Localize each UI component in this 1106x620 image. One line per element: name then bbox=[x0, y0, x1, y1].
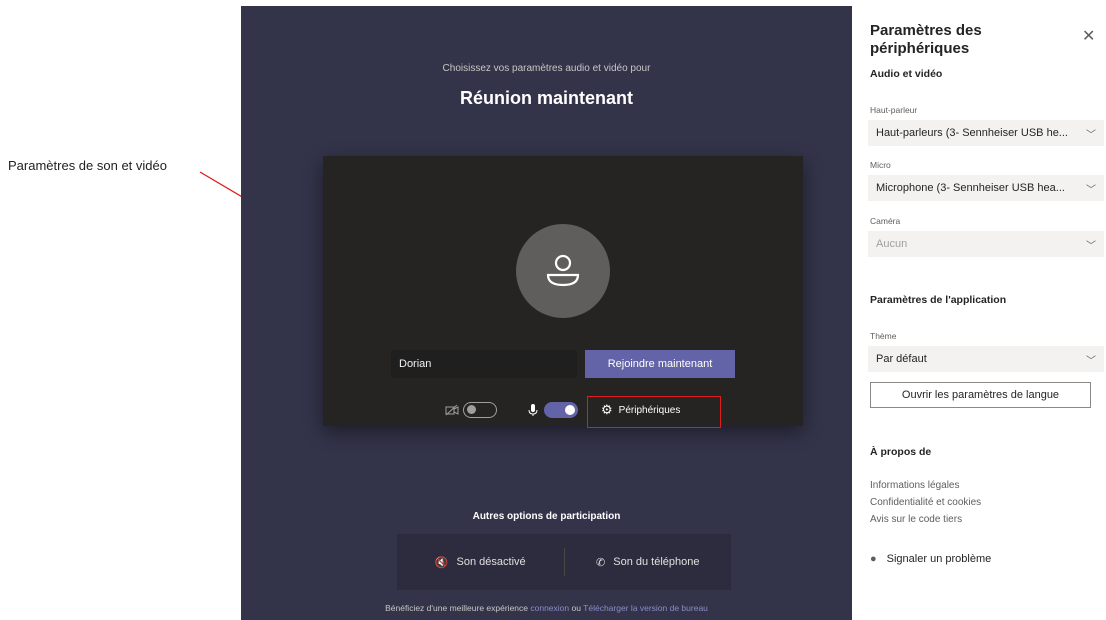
name-input[interactable] bbox=[391, 350, 577, 378]
audio-video-heading: Audio et vidéo bbox=[870, 68, 943, 80]
lightbulb-icon: ● bbox=[870, 553, 877, 565]
microphone-icon bbox=[528, 404, 538, 416]
other-options-heading: Autres options de participation bbox=[472, 511, 621, 522]
chevron-down-icon: ﹀ bbox=[1086, 240, 1096, 252]
device-controls: ⚙ Périphériques bbox=[323, 398, 803, 422]
chevron-down-icon: ﹀ bbox=[1086, 129, 1096, 141]
speaker-dropdown[interactable]: Haut-parleurs (3- Sennheiser USB he... ﹀ bbox=[868, 120, 1104, 146]
footer-text: Bénéficiez d'une meilleure expérience co… bbox=[241, 603, 852, 613]
sign-in-link[interactable]: connexion bbox=[530, 603, 569, 613]
app-settings-heading: Paramètres de l'application bbox=[870, 294, 1007, 306]
annotation-highlight-box bbox=[587, 396, 721, 428]
prejoin-screen: Choisissez vos paramètres audio et vidéo… bbox=[241, 6, 852, 620]
footer-middle: ou bbox=[569, 603, 584, 613]
join-now-button[interactable]: Rejoindre maintenant bbox=[585, 350, 735, 378]
meeting-title: Réunion maintenant bbox=[459, 88, 633, 108]
join-options-bar: 🔇 Son désactivé ✆ Son du téléphone bbox=[397, 534, 731, 590]
chevron-down-icon: ﹀ bbox=[1086, 355, 1096, 367]
camera-off-icon bbox=[445, 404, 459, 416]
report-problem-button[interactable]: ● Signaler un problème bbox=[870, 553, 991, 565]
person-icon bbox=[546, 254, 580, 287]
phone-audio-option[interactable]: ✆ Son du téléphone bbox=[565, 534, 732, 590]
settings-title: Paramètres des périphériques bbox=[870, 22, 982, 57]
video-preview: Rejoindre maintenant ⚙ bbox=[323, 156, 803, 426]
speaker-off-icon: 🔇 bbox=[434, 556, 449, 569]
mic-label: Micro bbox=[870, 160, 891, 170]
theme-dropdown[interactable]: Par défaut ﹀ bbox=[868, 346, 1104, 372]
annotation-label: Paramètres de son et vidéo bbox=[8, 158, 167, 173]
audio-off-label: Son désactivé bbox=[456, 556, 526, 568]
theme-label: Thème bbox=[870, 331, 897, 341]
camera-dropdown[interactable]: Aucun ﹀ bbox=[868, 231, 1104, 257]
speaker-value: Haut-parleurs (3- Sennheiser USB he... bbox=[876, 127, 1068, 139]
close-icon[interactable]: ✕ bbox=[1082, 26, 1095, 46]
device-settings-panel: Paramètres des périphériques ✕ Audio et … bbox=[852, 0, 1106, 620]
camera-label: Caméra bbox=[870, 216, 901, 226]
microphone-dropdown[interactable]: Microphone (3- Sennheiser USB hea... ﹀ bbox=[868, 175, 1104, 201]
avatar bbox=[516, 224, 610, 318]
camera-toggle[interactable] bbox=[463, 402, 497, 418]
language-settings-button[interactable]: Ouvrir les paramètres de langue bbox=[870, 382, 1091, 408]
report-label: Signaler un problème bbox=[886, 553, 992, 565]
speaker-label: Haut-parleur bbox=[870, 105, 918, 115]
camera-value: Aucun bbox=[876, 238, 908, 250]
prejoin-subtitle: Choisissez vos paramètres audio et vidéo… bbox=[442, 63, 651, 74]
footer-prefix: Bénéficiez d'une meilleure expérience bbox=[385, 603, 531, 613]
phone-icon: ✆ bbox=[596, 556, 606, 569]
theme-value: Par défaut bbox=[876, 353, 927, 365]
download-desktop-link[interactable]: Télécharger la version de bureau bbox=[583, 603, 708, 613]
privacy-cookies-link[interactable]: Confidentialité et cookies bbox=[870, 497, 981, 508]
audio-off-option[interactable]: 🔇 Son désactivé bbox=[397, 534, 564, 590]
mic-value: Microphone (3- Sennheiser USB hea... bbox=[876, 182, 1065, 194]
chevron-down-icon: ﹀ bbox=[1086, 184, 1096, 196]
about-heading: À propos de bbox=[870, 446, 932, 458]
legal-info-link[interactable]: Informations légales bbox=[870, 480, 960, 491]
microphone-toggle[interactable] bbox=[544, 402, 578, 418]
phone-audio-label: Son du téléphone bbox=[613, 556, 700, 568]
third-party-notice-link[interactable]: Avis sur le code tiers bbox=[870, 514, 962, 525]
